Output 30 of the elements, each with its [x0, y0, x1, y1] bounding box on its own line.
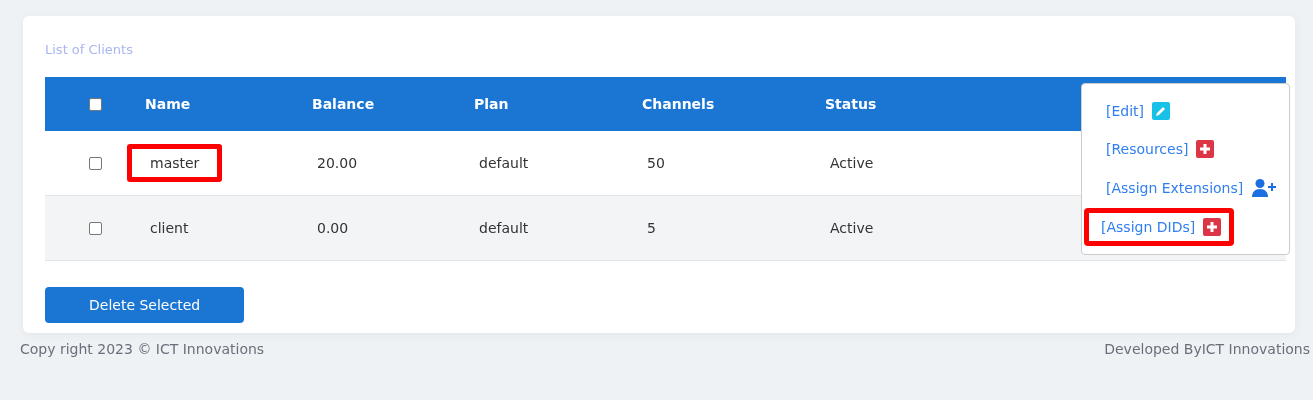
checkbox[interactable] — [88, 156, 102, 170]
column-header: Name — [145, 96, 192, 112]
table-cell-text: client — [149, 219, 190, 238]
developer-credit: Developed ByICT Innovations — [1104, 341, 1310, 357]
table-cell-text: default — [478, 154, 530, 173]
table-cell-text: 5 — [646, 219, 657, 238]
add-user-icon — [1251, 178, 1278, 198]
plus-icon — [1203, 218, 1222, 236]
table-cell-text: Active — [829, 219, 875, 238]
menu-link[interactable]: [Edit] — [1106, 103, 1145, 119]
column-header: Balance — [312, 96, 376, 112]
checkbox[interactable] — [88, 97, 102, 111]
table-cell-text: 0.00 — [316, 219, 350, 238]
delete-selected-button[interactable]: Delete Selected — [45, 287, 245, 323]
menu-link[interactable]: [Resources] — [1106, 141, 1189, 157]
table-cell-text: default — [478, 219, 530, 238]
table-cell: master — [127, 144, 223, 182]
pencil-icon — [1152, 102, 1171, 120]
column-header: Channels — [642, 96, 716, 112]
checkbox[interactable] — [88, 221, 102, 235]
card-title: List of Clients — [45, 42, 134, 57]
column-header: Status — [825, 96, 878, 112]
menu-link[interactable]: [Assign Extensions] — [1106, 180, 1244, 196]
table-cell-text: Active — [829, 154, 875, 173]
menu-link[interactable]: [Assign DIDs] — [1101, 219, 1196, 235]
copyright-text: Copy right 2023 © ICT Innovations — [20, 341, 265, 357]
column-header: Plan — [474, 96, 510, 112]
table-cell-text: 50 — [646, 154, 666, 173]
table-cell-text: 20.00 — [316, 154, 359, 173]
plus-icon — [1196, 140, 1215, 158]
